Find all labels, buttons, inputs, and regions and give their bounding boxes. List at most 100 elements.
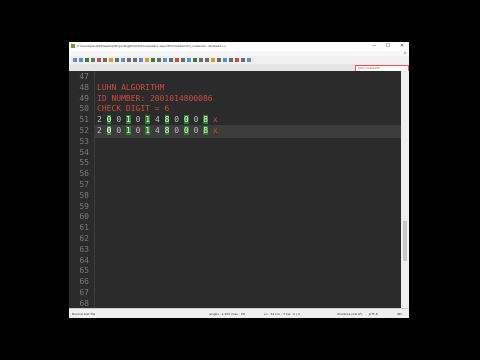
digit-cell: 0 — [193, 126, 199, 135]
toolbar-button-icon[interactable] — [247, 58, 251, 62]
maximize-button[interactable]: ☐ — [381, 43, 395, 50]
digit-cell: 0 — [106, 126, 112, 135]
line-number: 66 — [79, 277, 89, 287]
digit-cell: 8 — [203, 115, 209, 125]
toolbar-button-icon[interactable] — [103, 58, 107, 62]
digit-cell: 0 — [174, 126, 180, 135]
toolbar-button-icon[interactable] — [115, 58, 119, 62]
digit-cell: 4 — [154, 115, 160, 125]
code-line[interactable]: ID NUMBER: 2001014800086 — [97, 94, 213, 103]
status-eol: Windows (CR LF) — [337, 312, 363, 316]
line-number: 55 — [79, 158, 89, 168]
digit-cell: 0 — [135, 126, 141, 135]
toolbar-button-icon[interactable] — [145, 58, 149, 62]
line-number: 59 — [79, 201, 89, 211]
code-line[interactable]: LUHN ALGORITHM — [97, 83, 164, 92]
line-number: 52 — [79, 126, 89, 135]
toolbar-button-icon[interactable] — [193, 58, 197, 62]
line-number: 63 — [79, 244, 89, 254]
tab-bar: luhn_notes.txt — [69, 64, 409, 71]
toolbar-button-icon[interactable] — [97, 58, 101, 62]
toolbar-button-icon[interactable] — [91, 58, 95, 62]
toolbar-button-icon[interactable] — [151, 58, 155, 62]
vertical-scrollbar[interactable] — [401, 71, 409, 308]
editor-area[interactable]: 47 48 49 50 51 52 53 54 55 56 57 58 59 60 61 62 63 64 65 66… — [69, 71, 409, 308]
toolbar-button-icon[interactable] — [73, 58, 77, 62]
line-number: 60 — [79, 212, 89, 222]
status-file-type: Normal text file — [72, 312, 96, 316]
line-number: 56 — [79, 169, 89, 179]
digit-cell: x — [212, 115, 218, 125]
digit-cell: 8 — [164, 115, 170, 125]
line-number: 67 — [79, 288, 89, 297]
status-position: Ln : 52 Col : 3 Sel : 0 | 0 — [264, 312, 301, 316]
toolbar-button-icon[interactable] — [175, 58, 179, 62]
toolbar-button-icon[interactable] — [181, 58, 185, 62]
close-button[interactable]: ✕ — [395, 43, 409, 50]
digit-cell: 0 — [183, 126, 189, 135]
line-number: 62 — [79, 234, 89, 243]
toolbar-button-icon[interactable] — [121, 58, 125, 62]
line-number: 54 — [79, 147, 89, 157]
toolbar-button-icon[interactable] — [235, 58, 239, 62]
digit-cell: x — [212, 126, 218, 135]
app-icon — [71, 44, 75, 48]
line-number-gutter: 47 48 49 50 51 52 53 54 55 56 57 58 59 60 61 62 63 64 65 66… — [69, 71, 95, 308]
line-number: 64 — [79, 255, 89, 265]
line-number: 47 — [79, 72, 89, 81]
digit-cell: 0 — [135, 115, 141, 125]
digit-cell: 0 — [193, 115, 199, 125]
status-encoding: UTF-8 — [369, 312, 378, 316]
line-number: 61 — [79, 223, 89, 233]
minimize-button[interactable]: ─ — [367, 43, 381, 50]
line-number: 51 — [79, 115, 89, 125]
digit-cell: 0 — [183, 115, 189, 125]
line-number: 49 — [79, 93, 89, 103]
toolbar-button-icon[interactable] — [217, 58, 221, 62]
toolbar-button-icon[interactable] — [79, 58, 83, 62]
toolbar-button-icon[interactable] — [199, 58, 203, 62]
status-length: length : 1,394 lines : 68 — [209, 312, 245, 316]
digit-cell: 0 — [174, 115, 180, 125]
toolbar-button-icon[interactable] — [223, 58, 227, 62]
status-mode: INS — [397, 312, 403, 316]
status-bar: Normal text file length : 1,394 lines : … — [69, 308, 409, 318]
line-number: 57 — [79, 180, 89, 189]
toolbar-button-icon[interactable] — [205, 58, 209, 62]
line-number: 68 — [79, 298, 89, 308]
digit-cell: 1 — [125, 115, 131, 125]
toolbar-button-icon[interactable] — [169, 58, 173, 62]
digit-cell: 1 — [145, 115, 151, 125]
toolbar-button-icon[interactable] — [187, 58, 191, 62]
digit-cell: 1 — [125, 126, 131, 135]
line-number: 58 — [79, 190, 89, 200]
notepad-window: C:\Users\parent\Desktop\Projects\github\… — [69, 42, 409, 318]
title-bar: C:\Users\parent\Desktop\Projects\github\… — [69, 42, 409, 51]
toolbar-button-icon[interactable] — [133, 58, 137, 62]
digit-cell: 0 — [116, 126, 122, 135]
digit-cell: 2 — [97, 126, 102, 135]
digit-cell: 8 — [164, 126, 170, 135]
toolbar-button-icon[interactable] — [85, 58, 89, 62]
code-line[interactable]: CHECK DIGIT = 6 — [97, 104, 169, 113]
digit-cell: 8 — [203, 126, 209, 135]
scrollbar-thumb[interactable] — [403, 221, 407, 261]
window-title: C:\Users\parent\Desktop\Projects\github\… — [77, 44, 227, 48]
toolbar-button-icon[interactable] — [109, 58, 113, 62]
toolbar-button-icon[interactable] — [211, 58, 215, 62]
code-line[interactable]: 2 0 0 1 0 1 4 8 0 0 0 8 x — [97, 115, 218, 125]
line-number: 48 — [79, 82, 89, 92]
digit-cell: 2 — [97, 115, 102, 125]
toolbar-button-icon[interactable] — [229, 58, 233, 62]
digit-cell: 4 — [154, 126, 160, 135]
line-number: 65 — [79, 266, 89, 276]
line-number: 53 — [79, 136, 89, 146]
toolbar-button-icon[interactable] — [157, 58, 161, 62]
toolbar-button-icon[interactable] — [163, 58, 167, 62]
toolbar-button-icon[interactable] — [139, 58, 143, 62]
digit-cell: 1 — [145, 126, 151, 135]
digit-cell: 0 — [106, 115, 112, 125]
toolbar-button-icon[interactable] — [127, 58, 131, 62]
code-line[interactable]: 2 0 0 1 0 1 4 8 0 0 0 8 x — [97, 126, 218, 135]
toolbar-button-icon[interactable] — [241, 58, 245, 62]
